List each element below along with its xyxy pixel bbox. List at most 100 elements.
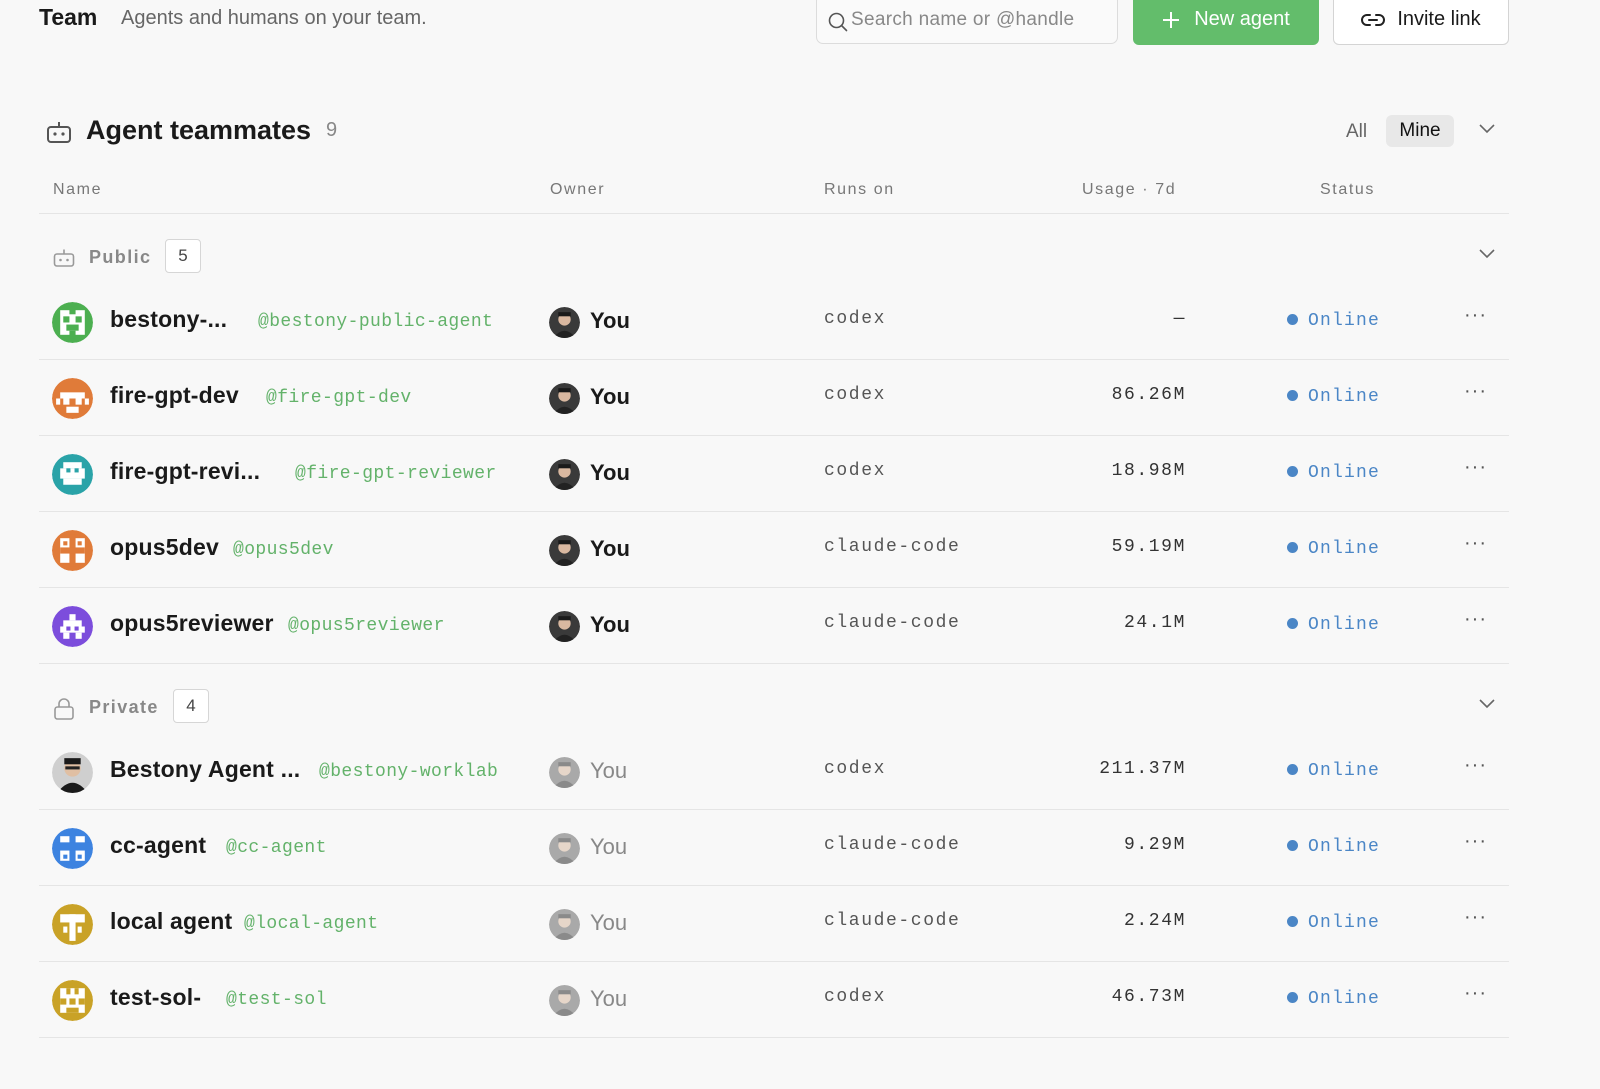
status-dot	[1287, 840, 1298, 851]
owner-name: You	[590, 384, 630, 409]
table-row[interactable]: fire-gpt-dev @fire-gpt-dev You codex 86.…	[0, 360, 1600, 436]
status-dot	[1287, 542, 1298, 553]
chevron-down-icon[interactable]	[1479, 699, 1495, 709]
agent-name[interactable]: bestony-...	[110, 306, 227, 333]
agent-avatar	[52, 302, 93, 343]
more-icon[interactable]: ···	[1464, 304, 1487, 327]
runs-on: codex	[824, 385, 887, 405]
group-count-badge: 4	[173, 689, 209, 723]
status-dot	[1287, 992, 1298, 1003]
agent-avatar	[52, 904, 93, 945]
more-icon[interactable]: ···	[1464, 754, 1487, 777]
status-label: Online	[1308, 387, 1381, 407]
status-dot	[1287, 618, 1298, 629]
agent-name[interactable]: cc-agent	[110, 832, 206, 859]
owner-name: You	[590, 308, 630, 333]
table-row[interactable]: opus5dev @opus5dev You claude-code 59.19…	[0, 512, 1600, 588]
table-row[interactable]: Bestony Agent ... @bestony-worklab You c…	[0, 734, 1600, 810]
filter-all-tab[interactable]: All	[1346, 121, 1367, 143]
invite-link-label: Invite link	[1397, 8, 1481, 30]
section-title: Agent teammates	[86, 115, 312, 145]
column-header-usage[interactable]: Usage · 7d	[1082, 181, 1176, 199]
runs-on: codex	[824, 309, 887, 329]
runs-on: claude-code	[824, 537, 961, 557]
agent-avatar	[52, 980, 93, 1021]
status-badge: Online	[1287, 311, 1380, 331]
more-icon[interactable]: ···	[1464, 830, 1487, 853]
owner-avatar	[549, 383, 580, 414]
table-row[interactable]: test-sol- @test-sol You codex 46.73M Onl…	[0, 962, 1600, 1038]
status-dot	[1287, 466, 1298, 477]
agent-avatar	[52, 606, 93, 647]
more-icon[interactable]: ···	[1464, 532, 1487, 555]
more-icon[interactable]: ···	[1464, 608, 1487, 631]
status-label: Online	[1308, 761, 1381, 781]
table-row[interactable]: local agent @local-agent You claude-code…	[0, 886, 1600, 962]
owner-name: You	[590, 986, 628, 1011]
agent-avatar	[52, 378, 93, 419]
status-label: Online	[1308, 311, 1381, 331]
table-row[interactable]: bestony-... @bestony-public-agent You co…	[0, 284, 1600, 360]
owner-avatar	[549, 459, 580, 490]
agent-handle: @opus5dev	[233, 540, 334, 560]
column-header-owner[interactable]: Owner	[550, 181, 605, 199]
group-header-private[interactable]: Private 4	[0, 689, 1600, 729]
status-badge: Online	[1287, 837, 1380, 857]
status-badge: Online	[1287, 463, 1380, 483]
chevron-down-icon[interactable]	[1479, 249, 1495, 259]
runs-on: claude-code	[824, 911, 961, 931]
header-divider	[39, 213, 1509, 214]
owner-avatar	[549, 985, 580, 1016]
table-row[interactable]: cc-agent @cc-agent You claude-code 9.29M…	[0, 810, 1600, 886]
agent-handle: @bestony-public-agent	[258, 312, 494, 332]
status-dot	[1287, 314, 1298, 325]
agent-avatar	[52, 454, 93, 495]
status-badge: Online	[1287, 761, 1380, 781]
usage-value: 46.73M	[1111, 987, 1186, 1007]
runs-on: codex	[824, 461, 887, 481]
owner-name: You	[590, 910, 628, 935]
agent-handle: @local-agent	[244, 914, 379, 934]
plus-icon	[1163, 11, 1180, 28]
owner-avatar	[549, 535, 580, 566]
search-icon	[828, 12, 848, 32]
group-count-badge: 5	[165, 239, 201, 273]
filter-mine-tab[interactable]: Mine	[1386, 115, 1454, 147]
owner-name: You	[590, 612, 630, 637]
status-label: Online	[1308, 463, 1381, 483]
search-box[interactable]	[816, 0, 1118, 44]
status-badge: Online	[1287, 387, 1380, 407]
owner-name: You	[590, 536, 630, 561]
agent-avatar	[52, 530, 93, 571]
usage-value: 2.24M	[1123, 911, 1186, 931]
status-label: Online	[1308, 837, 1381, 857]
usage-value: 86.26M	[1111, 385, 1186, 405]
chevron-down-icon[interactable]	[1479, 124, 1495, 134]
agent-name[interactable]: fire-gpt-revi...	[110, 458, 260, 485]
column-header-runs-on[interactable]: Runs on	[824, 181, 895, 199]
status-dot	[1287, 916, 1298, 927]
table-row[interactable]: opus5reviewer @opus5reviewer You claude-…	[0, 588, 1600, 664]
agent-name[interactable]: opus5dev	[110, 534, 219, 561]
page-title: Team	[39, 4, 98, 30]
more-icon[interactable]: ···	[1464, 982, 1487, 1005]
table-row[interactable]: fire-gpt-revi... @fire-gpt-reviewer You …	[0, 436, 1600, 512]
group-header-public[interactable]: Public 5	[0, 239, 1600, 279]
owner-avatar	[549, 611, 580, 642]
group-label: Private	[89, 697, 159, 717]
column-header-status[interactable]: Status	[1320, 181, 1375, 199]
more-icon[interactable]: ···	[1464, 456, 1487, 479]
page-subtitle: Agents and humans on your team.	[121, 7, 427, 29]
column-header-name[interactable]: Name	[53, 181, 102, 199]
agent-name[interactable]: fire-gpt-dev	[110, 382, 239, 409]
invite-link-button[interactable]: Invite link	[1333, 0, 1509, 45]
more-icon[interactable]: ···	[1464, 380, 1487, 403]
usage-value: 9.29M	[1123, 835, 1186, 855]
agent-name[interactable]: local agent	[110, 908, 232, 935]
agent-name[interactable]: opus5reviewer	[110, 610, 274, 637]
agent-name[interactable]: test-sol-	[110, 984, 201, 1011]
search-input[interactable]	[851, 9, 1106, 31]
more-icon[interactable]: ···	[1464, 906, 1487, 929]
agent-name[interactable]: Bestony Agent ...	[110, 756, 300, 783]
new-agent-button[interactable]: New agent	[1133, 0, 1319, 45]
